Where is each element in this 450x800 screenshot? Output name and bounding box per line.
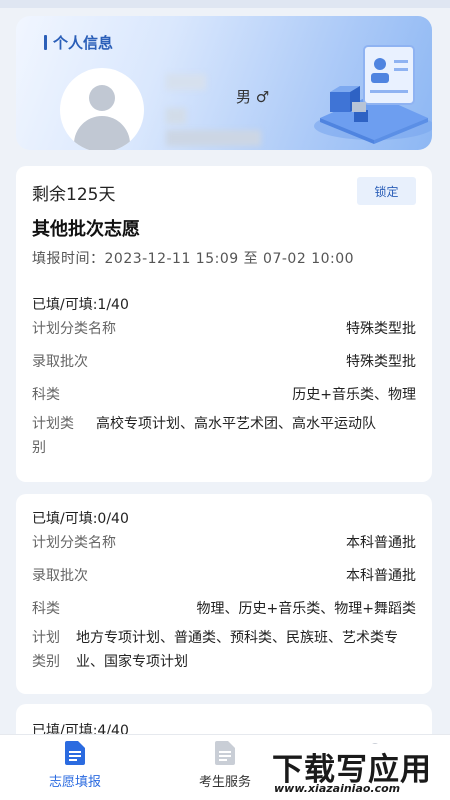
avatar-head-icon bbox=[89, 85, 115, 111]
profile-card: 个人信息 男 ♂ bbox=[16, 16, 432, 150]
remaining-days: 剩余125天 bbox=[32, 185, 116, 205]
document-icon bbox=[215, 741, 235, 765]
plan-type-row: 计划类别 高校专项计划、高水平艺术团、高水平运动队 bbox=[32, 412, 416, 462]
row-value: 地方专项计划、普通类、预科类、民族班、艺术类专业、国家专项计划 bbox=[76, 630, 398, 670]
row-value: 历史+音乐类、物理 bbox=[292, 387, 416, 403]
row-key: 科类 bbox=[32, 387, 60, 403]
nav-label: 志愿填报 bbox=[48, 775, 101, 790]
profile-title: 个人信息 bbox=[44, 32, 113, 53]
document-icon bbox=[65, 741, 85, 765]
row-key: 录取批次 bbox=[32, 568, 88, 584]
status-bar bbox=[0, 0, 450, 8]
nav-item-fill[interactable]: 志愿填报 bbox=[0, 735, 150, 800]
avatar-body-icon bbox=[74, 116, 130, 150]
redacted-id bbox=[166, 130, 261, 146]
plan-type-row: 计划类别 地方专项计划、普通类、预科类、民族班、艺术类专业、国家专项计划 bbox=[32, 626, 416, 676]
gender-label: 男 ♂ bbox=[236, 88, 270, 106]
redacted-name bbox=[166, 74, 206, 90]
avatar[interactable] bbox=[60, 68, 144, 150]
row-value: 本科普通批 bbox=[346, 568, 416, 584]
title-accent-bar bbox=[44, 35, 47, 50]
watermark-url: www.xiazainiao.com bbox=[274, 782, 401, 795]
row-key: 计划分类名称 bbox=[32, 535, 116, 551]
lock-button[interactable]: 锁定 bbox=[357, 177, 416, 205]
filled-count: 已填/可填:0/40 bbox=[32, 511, 129, 527]
row-value: 特殊类型批 bbox=[346, 321, 416, 337]
row-key: 录取批次 bbox=[32, 354, 88, 370]
batch-card-undergrad[interactable]: 已填/可填:0/40 计划分类名称 本科普通批 录取批次 本科普通批 科类 物理… bbox=[16, 494, 432, 694]
profile-title-text: 个人信息 bbox=[53, 34, 114, 52]
row-value: 物理、历史+音乐类、物理+舞蹈类 bbox=[196, 601, 416, 617]
id-card-illustration-icon bbox=[314, 45, 432, 144]
row-key: 计划类别 bbox=[32, 416, 74, 456]
filled-count: 已填/可填:1/40 bbox=[32, 297, 129, 313]
row-value: 特殊类型批 bbox=[346, 354, 416, 370]
batch-card-other[interactable]: 剩余125天 锁定 其他批次志愿 填报时间：2023-12-11 15:09 至… bbox=[16, 166, 432, 482]
row-key: 计划类别 bbox=[32, 630, 60, 670]
row-key: 计划分类名称 bbox=[32, 321, 116, 337]
row-key: 科类 bbox=[32, 601, 60, 617]
fill-time: 填报时间：2023-12-11 15:09 至 07-02 10:00 bbox=[32, 251, 355, 267]
row-value: 高校专项计划、高水平艺术团、高水平运动队 bbox=[96, 416, 376, 432]
site-watermark: 下载写应用 www.xiazainiao.com bbox=[268, 744, 446, 796]
row-value: 本科普通批 bbox=[346, 535, 416, 551]
redacted-info bbox=[166, 108, 186, 124]
batch-title: 其他批次志愿 bbox=[32, 219, 140, 240]
